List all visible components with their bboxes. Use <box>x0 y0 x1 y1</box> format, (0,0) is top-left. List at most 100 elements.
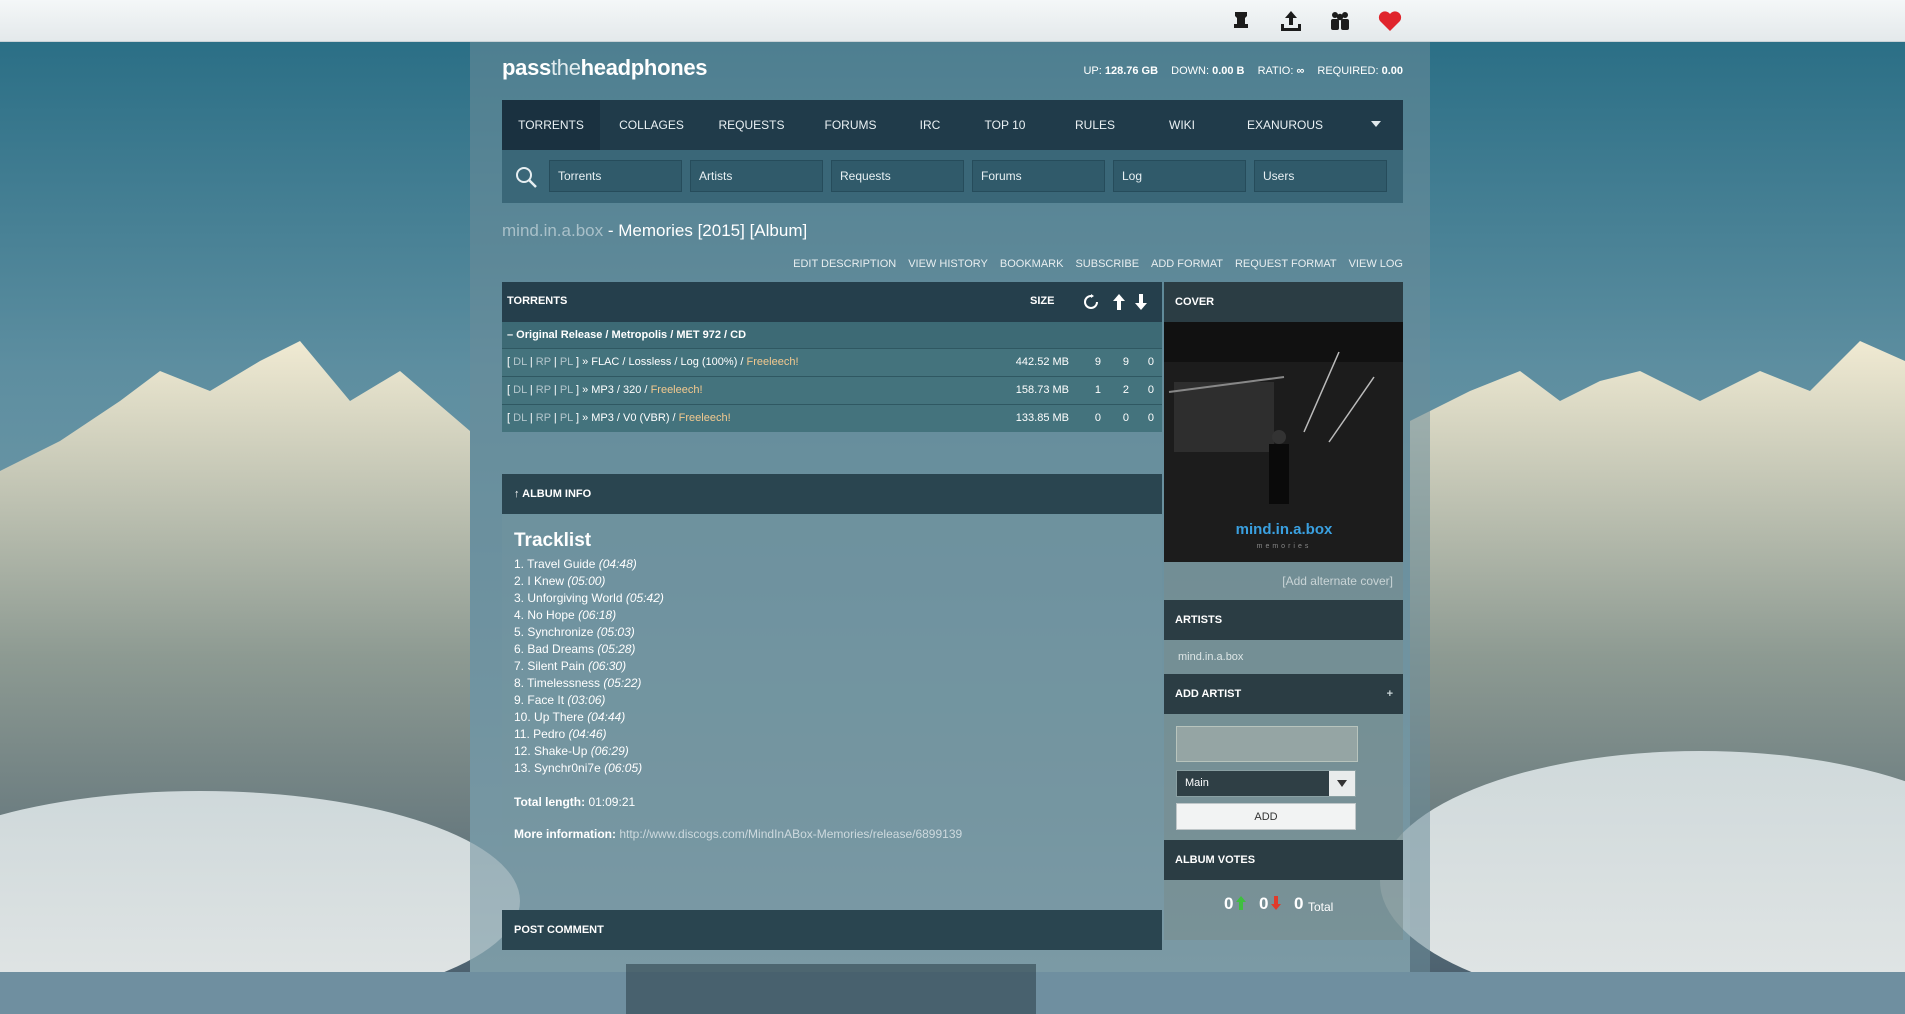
download-link[interactable]: DL <box>513 384 527 396</box>
search-requests-input[interactable] <box>831 160 964 192</box>
main-menu: TORRENTS COLLAGES REQUESTS FORUMS IRC TO… <box>502 100 1403 150</box>
artist-link[interactable]: mind.in.a.box <box>1164 640 1403 674</box>
track-length: (05:00) <box>567 574 606 588</box>
add-artist-button[interactable]: ADD <box>1176 803 1356 830</box>
report-link[interactable]: RP <box>536 412 551 424</box>
torrent-row[interactable]: [ DL | RP | PL ] » MP3 / 320 / Freeleech… <box>502 376 1162 404</box>
menu-wiki[interactable]: WIKI <box>1139 100 1225 150</box>
album-votes: 0 0 0 Total <box>1164 880 1403 940</box>
menu-collages[interactable]: COLLAGES <box>600 100 703 150</box>
permalink-link[interactable]: PL <box>560 412 573 424</box>
track-name: Shake-Up <box>534 744 588 758</box>
subscribe-link[interactable]: SUBSCRIBE <box>1075 258 1139 270</box>
search-torrents-input[interactable] <box>549 160 682 192</box>
album-cover[interactable]: mind.in.a.box memories <box>1164 322 1403 562</box>
add-format-link[interactable]: ADD FORMAT <box>1151 258 1223 270</box>
track-number: 6. <box>514 642 525 656</box>
permalink-link[interactable]: PL <box>560 384 573 396</box>
track-item: 7. Silent Pain (06:30) <box>514 658 1150 675</box>
torrent-seeders: 0 <box>1122 412 1129 424</box>
torrent-row[interactable]: [ DL | RP | PL ] » FLAC / Lossless / Log… <box>502 348 1162 376</box>
torrent-size: 158.73 MB <box>1015 384 1069 396</box>
menu-forums[interactable]: FORUMS <box>800 100 901 150</box>
menu-top10[interactable]: TOP 10 <box>959 100 1051 150</box>
heart-icon[interactable] <box>1377 8 1403 34</box>
add-artist-expand-button[interactable]: + <box>1387 674 1393 714</box>
view-history-link[interactable]: VIEW HISTORY <box>908 258 988 270</box>
artist-role-select[interactable]: Main <box>1176 770 1356 797</box>
chevron-down-icon <box>1337 780 1347 787</box>
edition-group-header[interactable]: – Original Release / Metropolis / MET 97… <box>502 322 1162 348</box>
search-users-input[interactable] <box>1254 160 1387 192</box>
track-number: 10. <box>514 710 531 724</box>
torrent-format-link[interactable]: » MP3 / 320 / <box>582 384 647 396</box>
tracklist: 1. Travel Guide (04:48) 2. I Knew (05:00)… <box>514 556 1150 777</box>
search-log-input[interactable] <box>1113 160 1246 192</box>
track-number: 2. <box>514 574 525 588</box>
torrent-format-link[interactable]: » FLAC / Lossless / Log (100%) / <box>582 356 743 368</box>
discogs-link[interactable]: http://www.discogs.com/MindInABox-Memori… <box>619 827 962 841</box>
report-link[interactable]: RP <box>536 384 551 396</box>
track-length: (05:28) <box>597 642 636 656</box>
track-number: 5. <box>514 625 525 639</box>
menu-rules[interactable]: RULES <box>1051 100 1139 150</box>
track-item: 8. Timelessness (05:22) <box>514 675 1150 692</box>
request-format-link[interactable]: REQUEST FORMAT <box>1235 258 1337 270</box>
track-item: 3. Unforgiving World (05:42) <box>514 590 1150 607</box>
add-alternate-cover-link[interactable]: [Add alternate cover] <box>1164 562 1403 600</box>
seeders-icon <box>1113 294 1125 310</box>
up-label: UP: <box>1083 65 1102 77</box>
download-link[interactable]: DL <box>513 356 527 368</box>
torrents-column-header: TORRENTS <box>507 295 568 307</box>
torrent-size: 442.52 MB <box>1015 356 1069 368</box>
track-number: 1. <box>514 557 525 571</box>
torrent-seeders: 2 <box>1122 384 1129 396</box>
menu-dropdown-caret[interactable] <box>1371 121 1381 127</box>
track-name: No Hope <box>527 608 575 622</box>
ratio-value: ∞ <box>1296 65 1305 77</box>
track-length: (05:03) <box>596 625 635 639</box>
album-info-toggle[interactable]: ↑ ALBUM INFO <box>502 474 1162 514</box>
search-forums-input[interactable] <box>972 160 1105 192</box>
menu-requests[interactable]: REQUESTS <box>703 100 800 150</box>
upload-icon[interactable] <box>1278 8 1304 34</box>
torrent-table-header: TORRENTS SIZE <box>502 282 1162 322</box>
menu-torrents[interactable]: TORRENTS <box>502 100 600 150</box>
track-number: 12. <box>514 744 531 758</box>
download-link[interactable]: DL <box>513 412 527 424</box>
torrent-format-link[interactable]: » MP3 / V0 (VBR) / <box>582 412 676 424</box>
track-name: Timelessness <box>527 676 601 690</box>
album-info-panel: ↑ ALBUM INFO Tracklist 1. Travel Guide (… <box>502 474 1162 852</box>
torrent-size: 133.85 MB <box>1015 412 1069 424</box>
track-length: (03:06) <box>567 693 606 707</box>
track-item: 12. Shake-Up (06:29) <box>514 743 1150 760</box>
menu-user[interactable]: EXANUROUS <box>1225 100 1345 150</box>
friends-icon[interactable] <box>1327 8 1353 34</box>
artists-header: ARTISTS <box>1164 600 1403 640</box>
edit-description-link[interactable]: EDIT DESCRIPTION <box>793 258 896 270</box>
rank-icon[interactable] <box>1228 8 1254 34</box>
torrent-row[interactable]: [ DL | RP | PL ] » MP3 / V0 (VBR) / Free… <box>502 404 1162 432</box>
total-length-label: Total length: <box>514 795 586 809</box>
logo-part-headphones: headphones <box>580 55 708 80</box>
view-log-link[interactable]: VIEW LOG <box>1349 258 1403 270</box>
torrent-seeders: 9 <box>1122 356 1129 368</box>
menu-irc[interactable]: IRC <box>901 100 959 150</box>
torrent-row-desc: [ DL | RP | PL ] » MP3 / 320 / Freeleech… <box>507 384 703 396</box>
tracklist-heading: Tracklist <box>514 530 592 551</box>
title-artist-link[interactable]: mind.in.a.box <box>502 221 603 240</box>
ratio-label: RATIO: <box>1257 65 1294 77</box>
torrent-snatched: 1 <box>1094 384 1101 396</box>
site-logo[interactable]: passtheheadphones <box>502 55 708 81</box>
track-item: 6. Bad Dreams (05:28) <box>514 641 1150 658</box>
track-item: 9. Face It (03:06) <box>514 692 1150 709</box>
downvote-arrow-icon[interactable] <box>1271 896 1281 910</box>
album-actions: EDIT DESCRIPTION VIEW HISTORY BOOKMARK S… <box>793 258 1403 270</box>
upvote-arrow-icon[interactable] <box>1236 896 1246 910</box>
permalink-link[interactable]: PL <box>560 356 573 368</box>
artist-name-input[interactable] <box>1176 726 1358 762</box>
report-link[interactable]: RP <box>536 356 551 368</box>
cover-subtitle-text: memories <box>1257 543 1312 550</box>
search-artists-input[interactable] <box>690 160 823 192</box>
bookmark-link[interactable]: BOOKMARK <box>1000 258 1064 270</box>
